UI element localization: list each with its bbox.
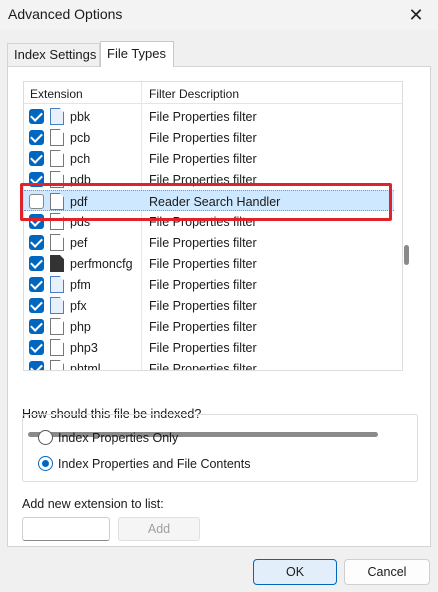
row-filter-description: File Properties filter (149, 299, 257, 313)
row-filter-description: File Properties filter (149, 131, 257, 145)
blank-file-icon (50, 360, 64, 370)
radio-label-properties-only[interactable]: Index Properties Only (58, 431, 178, 445)
blank-file-icon (50, 150, 64, 167)
row-filter-description: File Properties filter (149, 236, 257, 250)
row-extension: phtml (70, 362, 101, 371)
row-checkbox[interactable] (29, 151, 44, 166)
tab-index-settings[interactable]: Index Settings (7, 43, 100, 66)
blank-file-icon (50, 234, 64, 251)
radio-label-properties-and-contents[interactable]: Index Properties and File Contents (58, 457, 250, 471)
file-types-panel: Extension Filter Description pbk File Pro… (7, 66, 431, 547)
list-header: Extension Filter Description (24, 82, 402, 104)
row-checkbox[interactable] (29, 319, 44, 334)
close-button[interactable]: ✕ (402, 2, 430, 28)
tab-file-types[interactable]: File Types (100, 41, 174, 67)
row-checkbox[interactable] (29, 277, 44, 292)
row-extension: pfx (70, 299, 87, 313)
row-filter-description: File Properties filter (149, 362, 257, 371)
row-checkbox[interactable] (29, 130, 44, 145)
radio-index-properties-only[interactable] (38, 430, 53, 445)
row-extension: perfmoncfg (70, 257, 133, 271)
indexing-options-group (22, 414, 418, 482)
table-row[interactable]: phtml File Properties filter (24, 358, 394, 371)
row-filter-description: File Properties filter (149, 110, 257, 124)
row-extension: php3 (70, 341, 98, 355)
add-extension-input[interactable] (22, 517, 110, 541)
row-filter-description: File Properties filter (149, 152, 257, 166)
row-filter-description: File Properties filter (149, 257, 257, 271)
column-header-filter-description[interactable]: Filter Description (149, 87, 239, 101)
table-row[interactable]: pfx File Properties filter (24, 295, 394, 316)
vertical-scrollbar-thumb[interactable] (404, 245, 409, 265)
row-checkbox[interactable] (29, 235, 44, 250)
table-row[interactable]: pch File Properties filter (24, 148, 394, 169)
row-extension: pef (70, 236, 88, 250)
row-extension: pfm (70, 278, 91, 292)
row-checkbox[interactable] (29, 361, 44, 370)
add-extension-label: Add new extension to list: (22, 497, 164, 511)
column-header-extension[interactable]: Extension (30, 87, 83, 101)
add-button[interactable]: Add (118, 517, 200, 541)
network-file-icon (50, 108, 64, 125)
blank-file-icon (50, 318, 64, 335)
radio-index-properties-and-contents[interactable] (38, 456, 53, 471)
table-row[interactable]: php File Properties filter (24, 316, 394, 337)
row-checkbox[interactable] (29, 298, 44, 313)
list-rows: pbk File Properties filter pcb File Propert… (24, 106, 394, 371)
row-checkbox[interactable] (29, 256, 44, 271)
close-icon: ✕ (408, 4, 424, 25)
perfmon-file-icon (50, 255, 64, 272)
row-extension: pbk (70, 110, 91, 124)
highlight-annotation-box (20, 183, 392, 221)
certificate-file-icon (50, 297, 64, 314)
cancel-button[interactable]: Cancel (344, 559, 430, 585)
row-filter-description: File Properties filter (149, 278, 257, 292)
row-extension: php (70, 320, 91, 334)
title-bar: Advanced Options ✕ (0, 0, 438, 30)
table-row[interactable]: pcb File Properties filter (24, 127, 394, 148)
window-title: Advanced Options (8, 6, 123, 22)
font-file-icon (50, 276, 64, 293)
row-filter-description: File Properties filter (149, 320, 257, 334)
ok-button[interactable]: OK (253, 559, 337, 585)
table-row[interactable]: pef File Properties filter (24, 232, 394, 253)
row-checkbox[interactable] (29, 109, 44, 124)
row-extension: pch (70, 152, 91, 166)
table-row[interactable]: pfm File Properties filter (24, 274, 394, 295)
table-row[interactable]: perfmoncfg File Properties filter (24, 253, 394, 274)
row-extension: pcb (70, 131, 91, 145)
table-row[interactable]: php3 File Properties filter (24, 337, 394, 358)
row-checkbox[interactable] (29, 340, 44, 355)
blank-file-icon (50, 339, 64, 356)
extension-list[interactable]: Extension Filter Description pbk File Pro… (23, 81, 403, 371)
blank-file-icon (50, 129, 64, 146)
table-row[interactable]: pbk File Properties filter (24, 106, 394, 127)
row-filter-description: File Properties filter (149, 341, 257, 355)
